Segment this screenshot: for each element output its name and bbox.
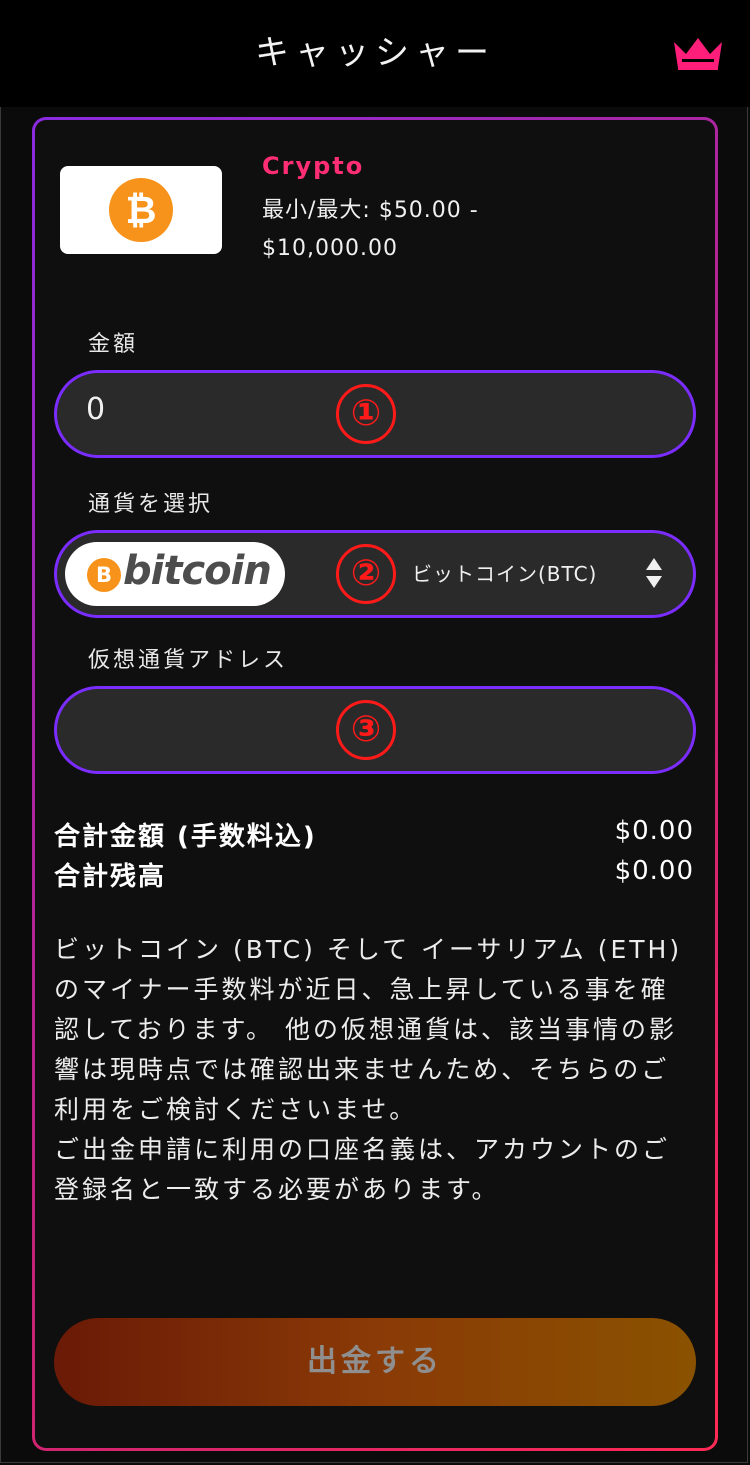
crown-icon[interactable] <box>672 34 724 74</box>
bitcoin-logo: B bitcoin <box>65 542 285 606</box>
notice-text: ビットコイン (BTC) そして イーサリアム (ETH) のマイナー手数料が近… <box>54 930 694 1210</box>
bitcoin-b-icon: B <box>87 558 121 592</box>
withdraw-card <box>32 117 718 1451</box>
total-balance-value: $0.00 <box>614 856 694 886</box>
total-amount-row: 合計金額 (手数料込) $0.00 <box>54 816 694 856</box>
currency-selected-value[interactable]: ビットコイン(BTC) <box>412 558 597 587</box>
total-amount-value: $0.00 <box>614 816 694 846</box>
address-label: 仮想通貨アドレス <box>88 648 289 673</box>
page-title: キャッシャー <box>255 33 495 73</box>
amount-value[interactable]: 0 <box>86 392 105 427</box>
total-amount-label: 合計金額 (手数料込) <box>54 822 317 852</box>
callout-1: ① <box>336 384 396 444</box>
bitcoin-icon: ₿ <box>109 178 173 242</box>
select-arrows-icon[interactable] <box>644 556 664 590</box>
method-name: Crypto <box>262 152 365 180</box>
callout-2: ② <box>336 544 396 604</box>
callout-3: ③ <box>336 700 396 760</box>
currency-label: 通貨を選択 <box>88 492 214 517</box>
notice-paragraph-1: ビットコイン (BTC) そして イーサリアム (ETH) のマイナー手数料が近… <box>54 935 683 1124</box>
header: キャッシャー <box>0 0 750 107</box>
total-balance-label: 合計残高 <box>54 862 167 892</box>
amount-label: 金額 <box>88 332 139 357</box>
method-range: 最小/最大: $50.00 - $10,000.00 <box>262 198 479 261</box>
withdraw-button[interactable]: 出金する <box>54 1318 696 1406</box>
total-balance-row: 合計残高 $0.00 <box>54 856 694 896</box>
bitcoin-wordmark: bitcoin <box>123 548 272 594</box>
notice-paragraph-2: ご出金申請に利用の口座名義は、アカウントのご登録名と一致する必要があります。 <box>54 1135 671 1204</box>
